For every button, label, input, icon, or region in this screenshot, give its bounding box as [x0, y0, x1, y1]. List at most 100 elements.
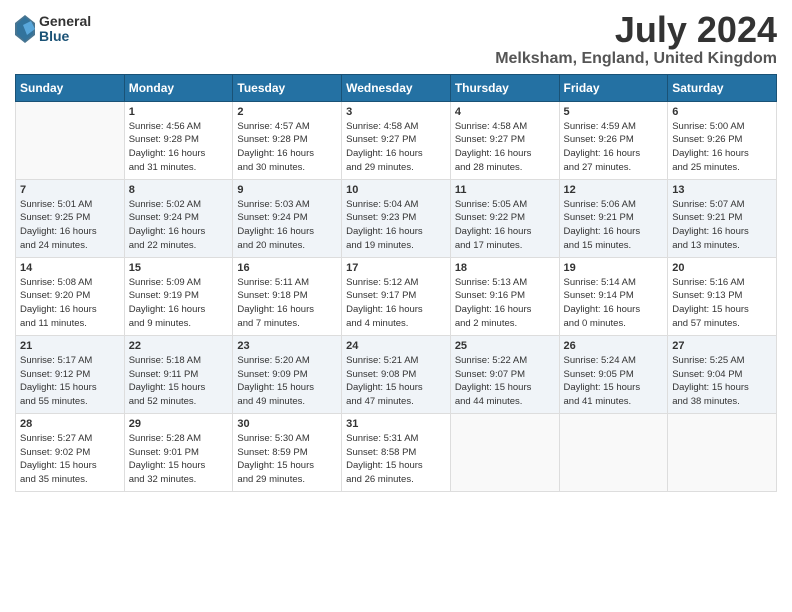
day-number: 28	[20, 418, 120, 430]
day-info-line: and 30 minutes.	[237, 162, 305, 173]
calendar-cell: 4 Sunrise: 4:58 AMSunset: 9:27 PMDaylight…	[450, 101, 559, 179]
day-info-line: Sunset: 9:11 PM	[129, 369, 199, 380]
day-info: Sunrise: 5:25 AM Sunset: 9:04 PM Daylight:…	[672, 354, 772, 409]
day-info-line: Sunrise: 5:31 AM	[346, 433, 418, 444]
calendar-cell: 8Sunrise: 5:02 AMSunset: 9:24 PMDaylight…	[124, 179, 233, 257]
day-info-line: Sunrise: 5:22 AM	[455, 355, 527, 366]
page-container: General Blue July 2024 Melksham, England…	[0, 0, 792, 502]
day-number: 17	[346, 262, 446, 274]
day-info-line: Daylight: 15 hours	[346, 460, 423, 471]
day-info-line: Daylight: 15 hours	[564, 382, 641, 393]
day-number: 29	[129, 418, 229, 430]
day-info: Sunrise: 5:03 AMSunset: 9:24 PMDaylight:…	[237, 198, 337, 253]
calendar-cell: 7 Sunrise: 5:01 AM Sunset: 9:25 PM Daylight…	[16, 179, 125, 257]
day-info-line: Daylight: 16 hours	[455, 148, 532, 159]
calendar-cell: 23Sunrise: 5:20 AMSunset: 9:09 PMDayligh…	[233, 335, 342, 413]
header-tuesday: Tuesday	[233, 74, 342, 101]
day-info-line: Sunrise: 5:25 AM	[672, 355, 744, 366]
calendar-cell: 5 Sunrise: 4:59 AMSunset: 9:26 PMDaylight…	[559, 101, 668, 179]
day-info-line: Sunset: 9:04 PM	[672, 369, 742, 380]
day-info-line: Sunrise: 4:56 AM	[129, 121, 201, 132]
day-info-line: Daylight: 16 hours	[346, 148, 423, 159]
day-info: Sunrise: 5:01 AM Sunset: 9:25 PM Daylight:…	[20, 198, 120, 253]
day-info-line: Sunset: 9:24 PM	[129, 212, 199, 223]
calendar-cell: 24Sunrise: 5:21 AMSunset: 9:08 PMDayligh…	[342, 335, 451, 413]
calendar-cell: 10Sunrise: 5:04 AMSunset: 9:23 PMDayligh…	[342, 179, 451, 257]
calendar-cell: 9Sunrise: 5:03 AMSunset: 9:24 PMDaylight…	[233, 179, 342, 257]
day-number: 4	[455, 106, 555, 118]
day-info-line: Daylight: 16 hours	[237, 304, 314, 315]
day-info-line: and 55 minutes.	[20, 396, 88, 407]
day-info-line: Sunrise: 5:14 AM	[564, 277, 636, 288]
day-number: 6	[672, 106, 772, 118]
day-number: 11	[455, 184, 555, 196]
day-number: 8	[129, 184, 229, 196]
day-info: Sunrise: 4:59 AMSunset: 9:26 PMDaylight:…	[564, 120, 664, 175]
day-info-line: and 27 minutes.	[564, 162, 632, 173]
day-info-line: and 22 minutes.	[129, 240, 197, 251]
day-info-line: Daylight: 15 hours	[129, 382, 206, 393]
day-info-line: Sunset: 9:23 PM	[346, 212, 416, 223]
day-number: 5	[564, 106, 664, 118]
day-info: Sunrise: 5:22 AMSunset: 9:07 PMDaylight:…	[455, 354, 555, 409]
day-info-line: Daylight: 16 hours	[564, 304, 641, 315]
day-info-line: and 25 minutes.	[672, 162, 740, 173]
calendar-cell	[559, 413, 668, 491]
calendar-cell: 20Sunrise: 5:16 AMSunset: 9:13 PMDayligh…	[668, 257, 777, 335]
day-info-line: Sunrise: 5:30 AM	[237, 433, 309, 444]
day-info-line: and 49 minutes.	[237, 396, 305, 407]
day-info-line: Daylight: 15 hours	[672, 304, 749, 315]
day-info-line: and 4 minutes.	[346, 318, 408, 329]
day-info-line: Sunrise: 5:00 AM	[672, 121, 744, 132]
week-row-5: 28Sunrise: 5:27 AMSunset: 9:02 PMDayligh…	[16, 413, 777, 491]
week-row-3: 14Sunrise: 5:08 AMSunset: 9:20 PMDayligh…	[16, 257, 777, 335]
day-info: Sunrise: 5:21 AMSunset: 9:08 PMDaylight:…	[346, 354, 446, 409]
day-info-line: Sunset: 9:14 PM	[564, 290, 634, 301]
day-info-line: Sunset: 9:16 PM	[455, 290, 525, 301]
calendar-cell	[668, 413, 777, 491]
day-info-line: Sunset: 8:58 PM	[346, 447, 416, 458]
day-info: Sunrise: 4:58 AMSunset: 9:27 PMDaylight:…	[455, 120, 555, 175]
day-info: Sunrise: 5:14 AM Sunset: 9:14 PM Daylight:…	[564, 276, 664, 331]
day-info: Sunrise: 5:09 AMSunset: 9:19 PMDaylight:…	[129, 276, 229, 331]
day-info-line: Sunrise: 5:11 AM	[237, 277, 309, 288]
day-info-line: Sunrise: 5:06 AM	[564, 199, 636, 210]
header-wednesday: Wednesday	[342, 74, 451, 101]
calendar-cell: 27Sunrise: 5:25 AMSunset: 9:04 PMDayligh…	[668, 335, 777, 413]
day-info-line: and 28 minutes.	[455, 162, 523, 173]
day-info-line: Sunset: 9:22 PM	[455, 212, 525, 223]
day-info: Sunrise: 5:17 AMSunset: 9:12 PMDaylight:…	[20, 354, 120, 409]
day-info-line: Daylight: 16 hours	[455, 304, 532, 315]
day-number: 7	[20, 184, 120, 196]
calendar-cell: 2Sunrise: 4:57 AMSunset: 9:28 PMDaylight…	[233, 101, 342, 179]
day-info-line: Daylight: 16 hours	[564, 226, 641, 237]
day-info-line: Sunset: 9:05 PM	[564, 369, 634, 380]
day-info-line: and 9 minutes.	[129, 318, 191, 329]
day-info: Sunrise: 5:16 AMSunset: 9:13 PMDaylight:…	[672, 276, 772, 331]
day-info-line: Sunset: 9:28 PM	[237, 134, 307, 145]
day-info-line: Daylight: 15 hours	[672, 382, 749, 393]
day-info-line: Daylight: 16 hours	[20, 226, 97, 237]
calendar-table: Sunday Monday Tuesday Wednesday Thursday…	[15, 74, 777, 492]
calendar-cell: 16Sunrise: 5:11 AMSunset: 9:18 PMDayligh…	[233, 257, 342, 335]
day-info-line: Sunrise: 5:04 AM	[346, 199, 418, 210]
day-info-line: Sunrise: 4:57 AM	[237, 121, 309, 132]
header-thursday: Thursday	[450, 74, 559, 101]
calendar-cell: 25Sunrise: 5:22 AMSunset: 9:07 PMDayligh…	[450, 335, 559, 413]
day-info-line: and 17 minutes.	[455, 240, 523, 251]
day-info-line: and 47 minutes.	[346, 396, 414, 407]
day-info-line: Sunrise: 5:01 AM	[20, 199, 92, 210]
day-info-line: Sunset: 9:25 PM	[20, 212, 90, 223]
day-info-line: Daylight: 15 hours	[237, 382, 314, 393]
logo: General Blue	[15, 14, 91, 45]
day-number: 1	[129, 106, 229, 118]
calendar-cell: 29Sunrise: 5:28 AMSunset: 9:01 PMDayligh…	[124, 413, 233, 491]
day-info-line: Sunset: 8:59 PM	[237, 447, 307, 458]
day-info: Sunrise: 5:31 AM Sunset: 8:58 PM Daylight:…	[346, 432, 446, 487]
day-number: 21	[20, 340, 120, 352]
day-number: 16	[237, 262, 337, 274]
calendar-cell: 31Sunrise: 5:31 AMSunset: 8:58 PMDayligh…	[342, 413, 451, 491]
day-info: Sunrise: 5:05 AMSunset: 9:22 PMDaylight:…	[455, 198, 555, 253]
day-info-line: Daylight: 16 hours	[129, 304, 206, 315]
day-info-line: and 29 minutes.	[346, 162, 414, 173]
